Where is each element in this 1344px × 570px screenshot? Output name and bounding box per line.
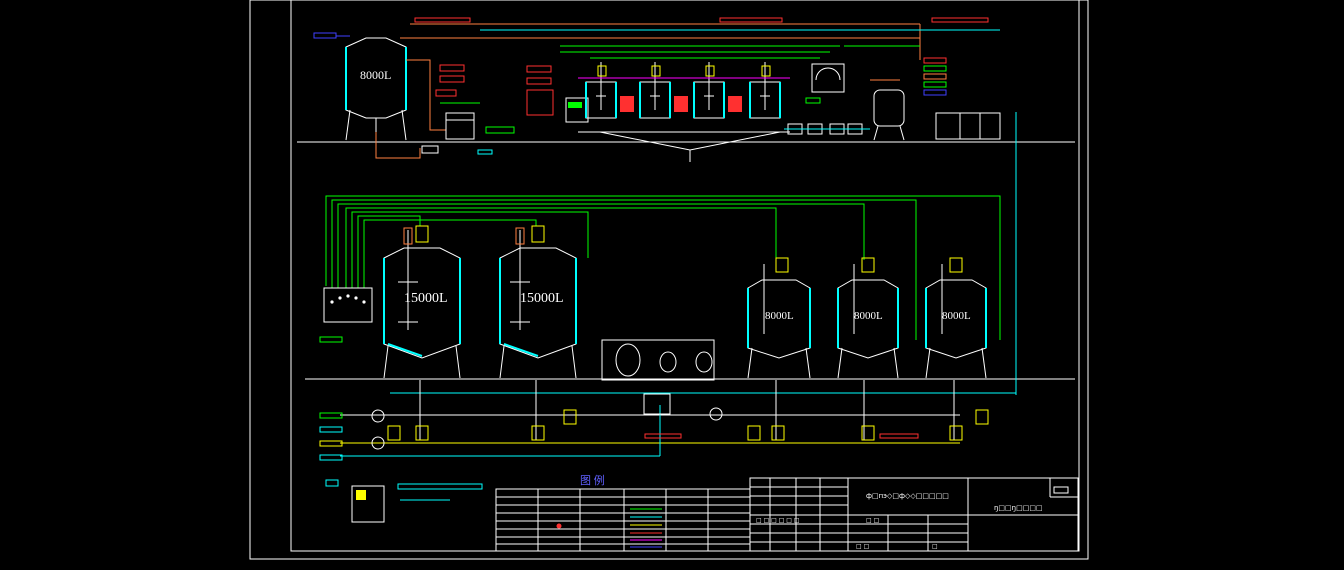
company-name: ŋ□□ŋ□□□□ xyxy=(994,504,1043,512)
control-panel xyxy=(319,287,373,343)
mixer-1 xyxy=(585,62,634,119)
inlet-arrows-bottom xyxy=(319,412,343,461)
mixer-3 xyxy=(693,62,742,119)
valve-cluster xyxy=(526,65,589,123)
red-tag-2 xyxy=(719,17,783,23)
title-row-4: □ xyxy=(932,543,938,550)
legend-table xyxy=(495,488,751,552)
legend-title: 图 例 xyxy=(580,473,605,487)
large-tank-1-label: 15000L xyxy=(404,291,448,306)
title-row-1: □ □ □ □ □ □ xyxy=(756,517,800,524)
pump-group-left xyxy=(435,64,515,140)
red-tag-3 xyxy=(931,17,989,23)
valve-stack-right xyxy=(923,57,1017,395)
title-block xyxy=(749,477,1079,552)
mixer-4 xyxy=(749,62,781,119)
storage-tank-top xyxy=(345,37,407,141)
red-tag-1 xyxy=(414,17,471,23)
drawing-title: ф□пэ◇□ф◇◇□□□□□ xyxy=(866,492,949,500)
pump-train xyxy=(784,123,870,135)
manifold-pipes xyxy=(340,380,1016,457)
small-tank-3-label: 8000L xyxy=(942,310,971,322)
process-flow-diagram: 8000L 15000L 15000L 8000L 8000L 8000L 图 … xyxy=(249,0,1089,560)
mixer-2 xyxy=(639,62,688,119)
cip-unit xyxy=(601,339,715,381)
small-tank-2-label: 8000L xyxy=(854,310,883,322)
balance-tank xyxy=(805,63,845,104)
inner-frame xyxy=(290,0,1080,552)
storage-tank-top-label: 8000L xyxy=(360,68,391,82)
inlet-arrow-top xyxy=(313,32,337,39)
title-row-2: □ □ xyxy=(866,517,879,524)
large-tank-2-label: 15000L xyxy=(520,291,564,306)
small-tank-1-label: 8000L xyxy=(765,310,794,322)
small-tank-right xyxy=(873,89,905,141)
title-row-3: □ □ xyxy=(856,543,869,550)
detail-block xyxy=(325,479,483,523)
